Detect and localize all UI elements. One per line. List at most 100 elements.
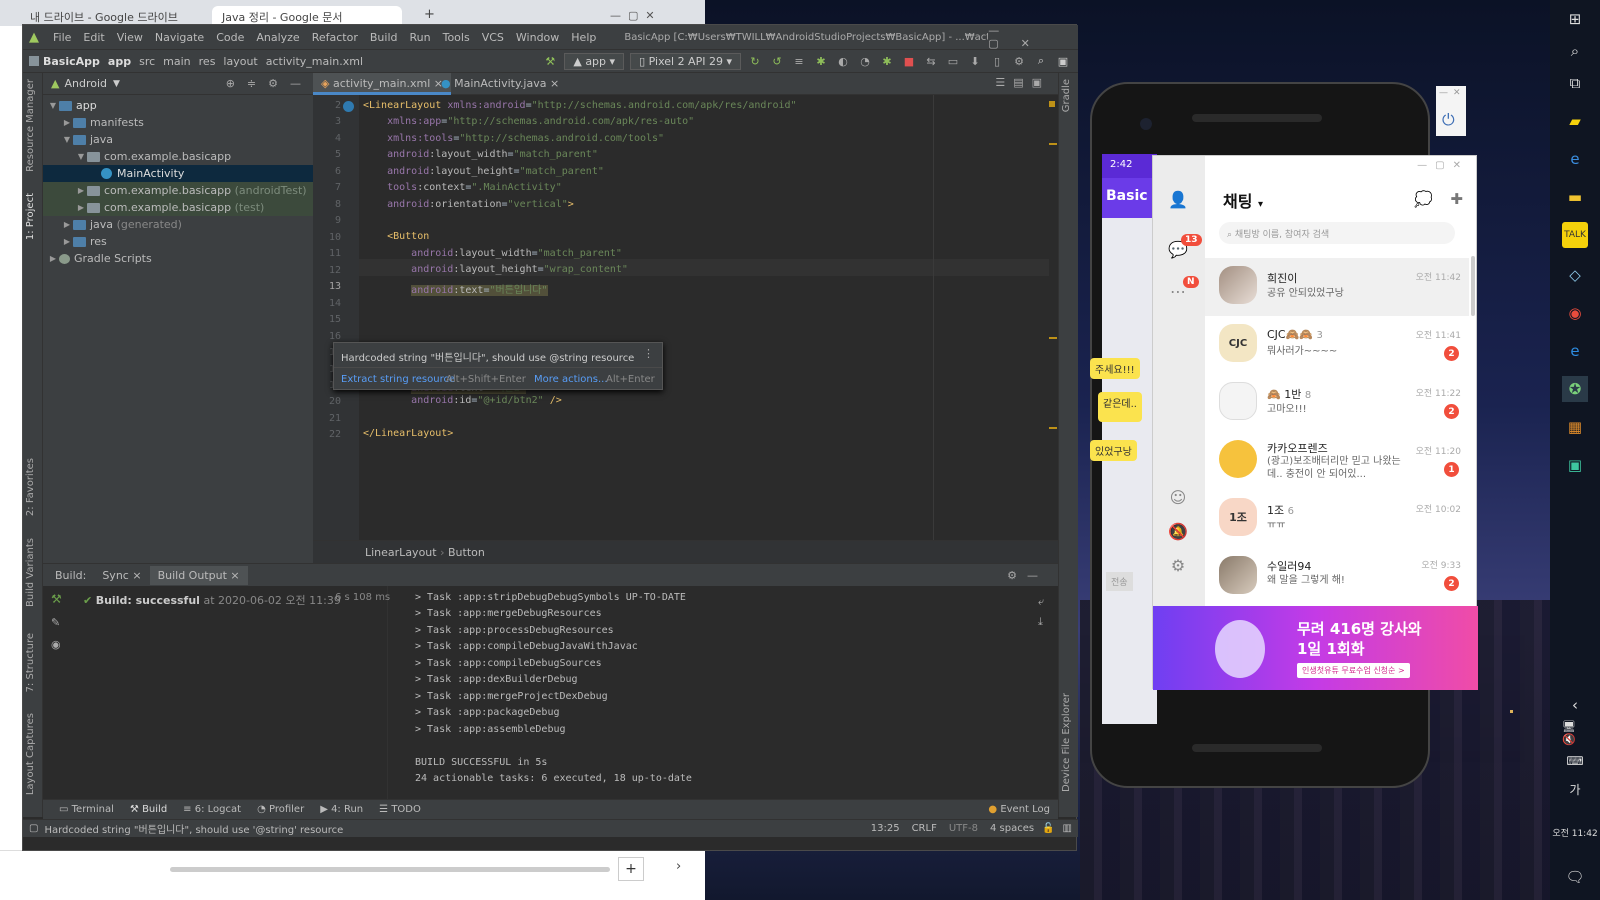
menu-refactor[interactable]: Refactor [306,31,364,44]
debug-icon[interactable]: ✱ [812,53,830,69]
app-icon[interactable]: ◇ [1562,262,1588,288]
line-separator[interactable]: CRLF [912,823,937,834]
menu-file[interactable]: File [47,31,77,44]
chat-item[interactable]: 카카오프렌즈 (광고)보조배터리만 믿고 나왔는데.. 충전이 안 되어있...… [1205,432,1469,490]
add-comment-icon[interactable]: + [618,857,644,881]
more-actions-link[interactable]: More actions... [534,374,608,385]
ad-cta-button[interactable]: 인생첫유튜 무료수업 신청순 > [1297,663,1410,678]
panel-settings-icon[interactable]: ⚙— [1007,569,1058,582]
menu-analyze[interactable]: Analyze [250,31,305,44]
friends-icon[interactable]: 👤 [1167,188,1189,210]
clock[interactable]: 오전 11:42 [1550,826,1600,839]
avd-manager-icon[interactable]: ▭ [944,53,962,69]
layout-captures-tab[interactable]: Layout Captures [25,713,36,795]
minimize-icon[interactable]: — [1439,88,1448,98]
chat-item[interactable]: 희진이 공유 안되있었구낭 오전 11:42 [1205,258,1469,316]
crumb-res[interactable]: res [195,55,220,68]
sync-gradle-icon[interactable]: ⇆ [922,53,940,69]
crumb-layout[interactable]: layout [219,55,261,68]
tree-item-package-androidtest[interactable]: ▶ com.example.basicapp (androidTest) [43,182,313,199]
attach-icon[interactable]: ✱ [878,53,896,69]
menu-build[interactable]: Build [364,31,404,44]
tab-mainactivity-java[interactable]: ● MainActivity.java × [433,73,567,95]
profiler-tab[interactable]: ◔ Profiler [249,804,312,815]
keyboard-icon[interactable]: ⌨ [1562,748,1588,774]
crumb-app[interactable]: app [104,55,135,68]
settings-icon[interactable]: ▣ [1054,53,1072,69]
event-log-tab[interactable]: ● Event Log [980,804,1058,815]
run-tab[interactable]: ▶ 4: Run [312,804,371,815]
cursor-position[interactable]: 13:25 [871,823,900,834]
window-controls[interactable]: —▢✕ [988,24,1078,50]
activity-gutter-icon[interactable] [343,101,354,112]
build-tab[interactable]: ⚒ Build [122,804,175,815]
chat-item[interactable]: 🙈 1반 8 고마오!!! 오전 11:22 2 [1205,374,1469,432]
chat-title[interactable]: 채팅 ▾ [1223,188,1263,212]
chrome-tab-docs[interactable]: Java 정리 - Google 문서 [212,6,402,26]
tree-item-java[interactable]: ▼ java [43,131,313,148]
notification-icon[interactable]: 🗨 [1562,864,1588,890]
chrome-tab-drive[interactable]: 내 드라이브 - Google 드라이브 [20,6,210,26]
warning-indicator-icon[interactable] [1049,101,1055,107]
menu-code[interactable]: Code [210,31,250,44]
layout-inspector-icon[interactable]: ⚙ [1010,53,1028,69]
build-result[interactable]: ✔ Build: successful at 2020-06-02 오전 11:… [83,592,341,608]
chevron-right-icon[interactable]: › [676,859,681,874]
gradle-tab[interactable]: Gradle [1061,79,1072,112]
ime-indicator[interactable]: 가 [1562,776,1588,802]
tree-item-mainactivity[interactable]: MainActivity [43,165,313,182]
tree-item-package-test[interactable]: ▶ com.example.basicapp (test) [43,199,313,216]
build-output-console[interactable]: > Task :app:stripDebugDebugSymbols UP-TO… [393,586,1033,800]
file-encoding[interactable]: UTF-8 [949,823,978,834]
breadcrumb-linearlayout[interactable]: LinearLayout [365,546,437,559]
tab-sync[interactable]: Sync × [94,566,149,585]
soft-wrap-icon[interactable]: ⤶ ⤓ [1038,592,1044,632]
emoticon-icon[interactable]: ☺ [1167,486,1189,508]
open-chat-icon[interactable]: 💭 [1414,190,1433,208]
attach-debugger-icon[interactable]: ◐ [834,53,852,69]
make-project-icon[interactable]: ⚒ [541,53,559,69]
resource-manager-tab[interactable]: Resource Manager [25,79,36,172]
device-select[interactable]: ▯ Pixel 2 API 29 ▾ [630,52,741,70]
ie-icon[interactable]: e [1562,146,1588,172]
ad-banner[interactable]: 무려 416명 강사와 1일 1회화 인생첫유튜 무료수업 신청순 > [1153,606,1478,690]
chat-item[interactable]: 1조 1조 6 ㅠㅠ 오전 10:02 [1205,490,1469,548]
hammer-icon[interactable]: ⚒ [51,592,62,606]
stop-icon[interactable]: ■ [900,53,918,69]
close-icon[interactable]: ✕ [1453,88,1461,98]
status-toggle-icon[interactable]: ▢ [29,823,38,834]
search-input[interactable]: ⌕ 채팅방 이름, 참여자 검색 [1219,222,1455,244]
menu-tools[interactable]: Tools [437,31,476,44]
windows-start-icon[interactable]: ⊞ [1562,6,1588,32]
structure-tab[interactable]: 7: Structure [25,633,36,692]
favorites-tab[interactable]: 2: Favorites [25,458,36,516]
chevron-down-icon[interactable]: ▼ [113,79,120,89]
breadcrumb-button[interactable]: Button [448,546,485,559]
power-icon[interactable]: ⏻ [1442,110,1455,130]
search-icon[interactable]: ⌕ [1032,53,1050,69]
task-view-icon[interactable]: ⧉ [1562,70,1588,96]
menu-help[interactable]: Help [565,31,602,44]
tree-item-java-generated[interactable]: ▶ java (generated) [43,216,313,233]
edge-icon[interactable]: e [1562,338,1588,364]
app-icon[interactable]: ▦ [1562,414,1588,440]
run-config-select[interactable]: ▲ app ▾ [564,52,625,70]
network-sound-icon[interactable]: 🖥🔇 [1562,720,1588,746]
tree-item-package[interactable]: ▼ com.example.basicapp [43,148,313,165]
android-studio-icon[interactable]: ✪ [1562,376,1588,402]
menu-edit[interactable]: Edit [77,31,110,44]
tree-item-manifests[interactable]: ▶ manifests [43,114,313,131]
horizontal-scrollbar[interactable] [170,867,610,872]
tree-item-app[interactable]: ▼ app [43,97,313,114]
file-explorer-icon[interactable]: ▬ [1562,184,1588,210]
sticky-notes-icon[interactable]: ▰ [1562,108,1588,134]
coverage-icon[interactable]: ≡ [790,53,808,69]
emulator-screen[interactable]: 2:42 Basic 주세요!!! 같은데.. 있었구낭 전송 [1090,154,1157,724]
error-stripe-mark[interactable] [1049,143,1057,145]
crumb-main[interactable]: main [159,55,194,68]
menu-window[interactable]: Window [510,31,565,44]
panel-actions[interactable]: ⊕≑⚙— [226,77,313,90]
logcat-tab[interactable]: ≡ 6: Logcat [175,804,249,815]
crumb-project[interactable]: BasicApp [39,55,104,68]
chrome-icon[interactable]: ◉ [1562,300,1588,326]
